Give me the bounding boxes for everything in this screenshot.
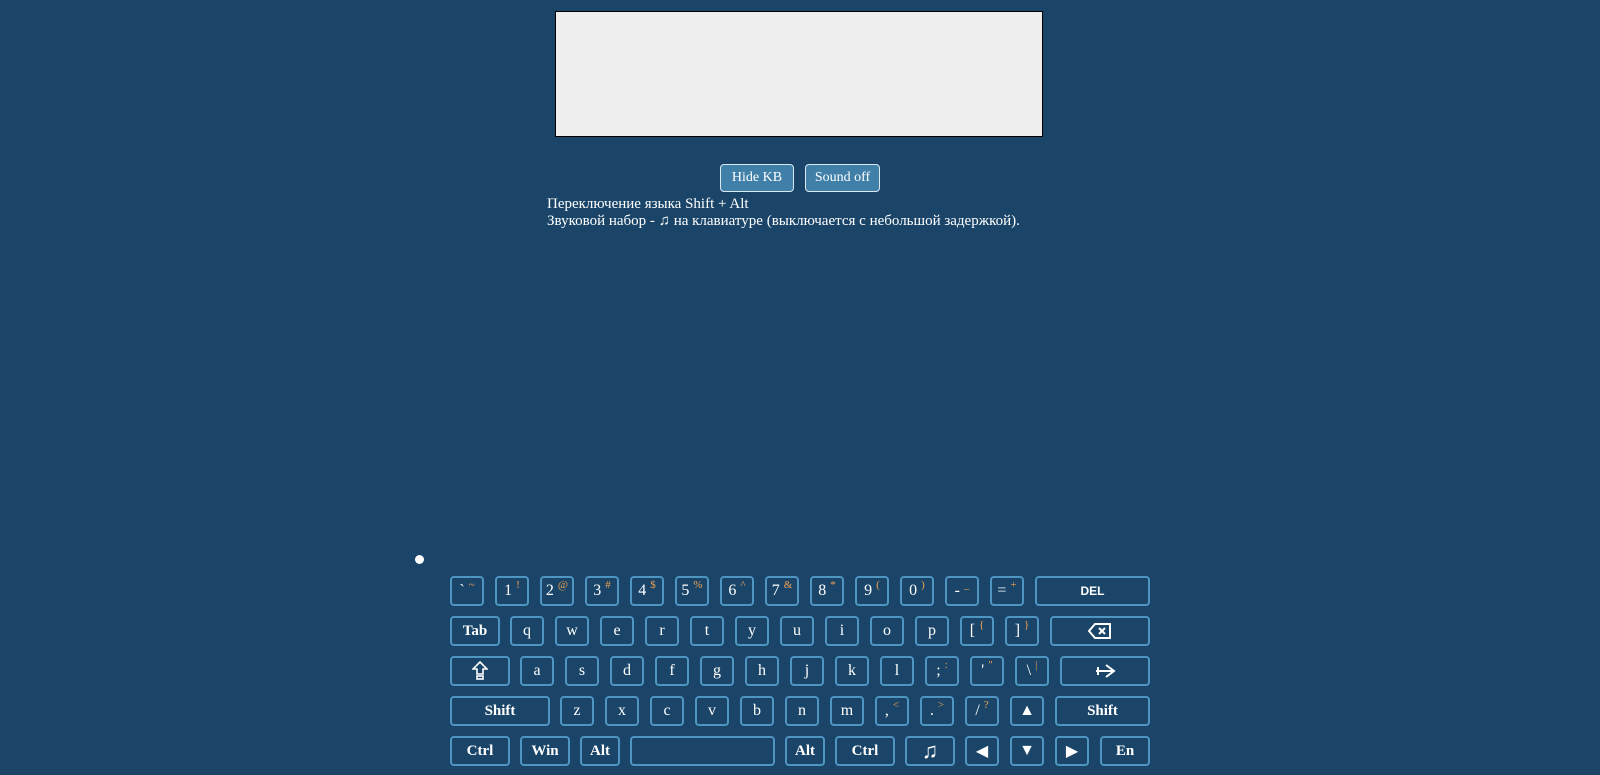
key-equals[interactable]: = + bbox=[990, 576, 1024, 606]
key-r[interactable]: r bbox=[645, 616, 679, 646]
key-semicolon[interactable]: ;: bbox=[925, 656, 959, 686]
caps-lock-icon bbox=[472, 661, 488, 681]
key-m[interactable]: m bbox=[830, 696, 864, 726]
key-o[interactable]: o bbox=[870, 616, 904, 646]
key-z[interactable]: z bbox=[560, 696, 594, 726]
music-note-icon: ♫ bbox=[921, 738, 939, 763]
key-a[interactable]: a bbox=[520, 656, 554, 686]
key-alt-right[interactable]: Alt bbox=[785, 736, 825, 766]
key-comma[interactable]: , < bbox=[875, 696, 909, 726]
instructions: Переключение языка Shift + Alt Звуковой … bbox=[547, 196, 1020, 230]
sound-typing-hint: Звуковой набор - ♫ на клавиатуре (выключ… bbox=[547, 213, 1020, 229]
key-arrow-down[interactable]: ▼ bbox=[1010, 736, 1044, 766]
key-u[interactable]: u bbox=[780, 616, 814, 646]
key-8[interactable]: 8 * bbox=[810, 576, 844, 606]
key-left-bracket[interactable]: [{ bbox=[960, 616, 994, 646]
backspace-icon bbox=[1088, 623, 1112, 639]
key-backtick[interactable]: ` ~ bbox=[450, 576, 484, 606]
key-tab[interactable]: Tab bbox=[450, 616, 500, 646]
keyboard-drag-handle[interactable] bbox=[415, 555, 424, 564]
key-b[interactable]: b bbox=[740, 696, 774, 726]
key-5[interactable]: 5% bbox=[675, 576, 709, 606]
key-win[interactable]: Win bbox=[520, 736, 570, 766]
key-1[interactable]: 1! bbox=[495, 576, 529, 606]
key-0[interactable]: 0) bbox=[900, 576, 934, 606]
key-q[interactable]: q bbox=[510, 616, 544, 646]
sound-toggle-button[interactable]: Sound off bbox=[805, 164, 880, 192]
arrow-right-icon: ▶ bbox=[1065, 743, 1079, 760]
key-f[interactable]: f bbox=[655, 656, 689, 686]
key-alt-left[interactable]: Alt bbox=[580, 736, 620, 766]
key-k[interactable]: k bbox=[835, 656, 869, 686]
key-x[interactable]: x bbox=[605, 696, 639, 726]
key-n[interactable]: n bbox=[785, 696, 819, 726]
key-slash[interactable]: /? bbox=[965, 696, 999, 726]
key-p[interactable]: p bbox=[915, 616, 949, 646]
key-sound-typing[interactable]: ♫ bbox=[905, 736, 955, 766]
key-y[interactable]: y bbox=[735, 616, 769, 646]
key-backslash[interactable]: \ | bbox=[1015, 656, 1049, 686]
text-editor[interactable] bbox=[555, 11, 1043, 137]
key-shift-left[interactable]: Shift bbox=[450, 696, 550, 726]
key-arrow-up[interactable]: ▲ bbox=[1010, 696, 1044, 726]
key-3[interactable]: 3 # bbox=[585, 576, 619, 606]
key-9[interactable]: 9( bbox=[855, 576, 889, 606]
key-delete[interactable]: DEL bbox=[1035, 576, 1150, 606]
key-ctrl-right[interactable]: Ctrl bbox=[835, 736, 895, 766]
enter-icon bbox=[1094, 663, 1116, 679]
key-arrow-right[interactable]: ▶ bbox=[1055, 736, 1089, 766]
key-g[interactable]: g bbox=[700, 656, 734, 686]
key-arrow-left[interactable]: ◀ bbox=[965, 736, 999, 766]
key-4[interactable]: 4 $ bbox=[630, 576, 664, 606]
key-backspace[interactable] bbox=[1050, 616, 1150, 646]
key-right-bracket[interactable]: ]} bbox=[1005, 616, 1039, 646]
key-j[interactable]: j bbox=[790, 656, 824, 686]
key-caps-lock[interactable] bbox=[450, 656, 510, 686]
key-d[interactable]: d bbox=[610, 656, 644, 686]
key-i[interactable]: i bbox=[825, 616, 859, 646]
key-ctrl-left[interactable]: Ctrl bbox=[450, 736, 510, 766]
key-7[interactable]: 7 & bbox=[765, 576, 799, 606]
language-switch-hint: Переключение языка Shift + Alt bbox=[547, 196, 749, 212]
key-l[interactable]: l bbox=[880, 656, 914, 686]
key-s[interactable]: s bbox=[565, 656, 599, 686]
arrow-down-icon: ▼ bbox=[1019, 742, 1035, 759]
key-2[interactable]: 2 @ bbox=[540, 576, 574, 606]
hide-keyboard-button[interactable]: Hide KB bbox=[720, 164, 794, 192]
key-h[interactable]: h bbox=[745, 656, 779, 686]
key-enter[interactable] bbox=[1060, 656, 1150, 686]
key-quote[interactable]: ' " bbox=[970, 656, 1004, 686]
key-w[interactable]: w bbox=[555, 616, 589, 646]
key-v[interactable]: v bbox=[695, 696, 729, 726]
music-note-icon: ♫ bbox=[658, 213, 670, 229]
key-c[interactable]: c bbox=[650, 696, 684, 726]
key-e[interactable]: e bbox=[600, 616, 634, 646]
arrow-left-icon: ◀ bbox=[975, 743, 989, 760]
key-period[interactable]: . > bbox=[920, 696, 954, 726]
key-language[interactable]: En bbox=[1100, 736, 1150, 766]
key-shift-right[interactable]: Shift bbox=[1055, 696, 1150, 726]
key-6[interactable]: 6 ^ bbox=[720, 576, 754, 606]
key-minus[interactable]: - _ bbox=[945, 576, 979, 606]
key-t[interactable]: t bbox=[690, 616, 724, 646]
arrow-up-icon: ▲ bbox=[1019, 702, 1035, 719]
key-space[interactable] bbox=[630, 736, 775, 766]
